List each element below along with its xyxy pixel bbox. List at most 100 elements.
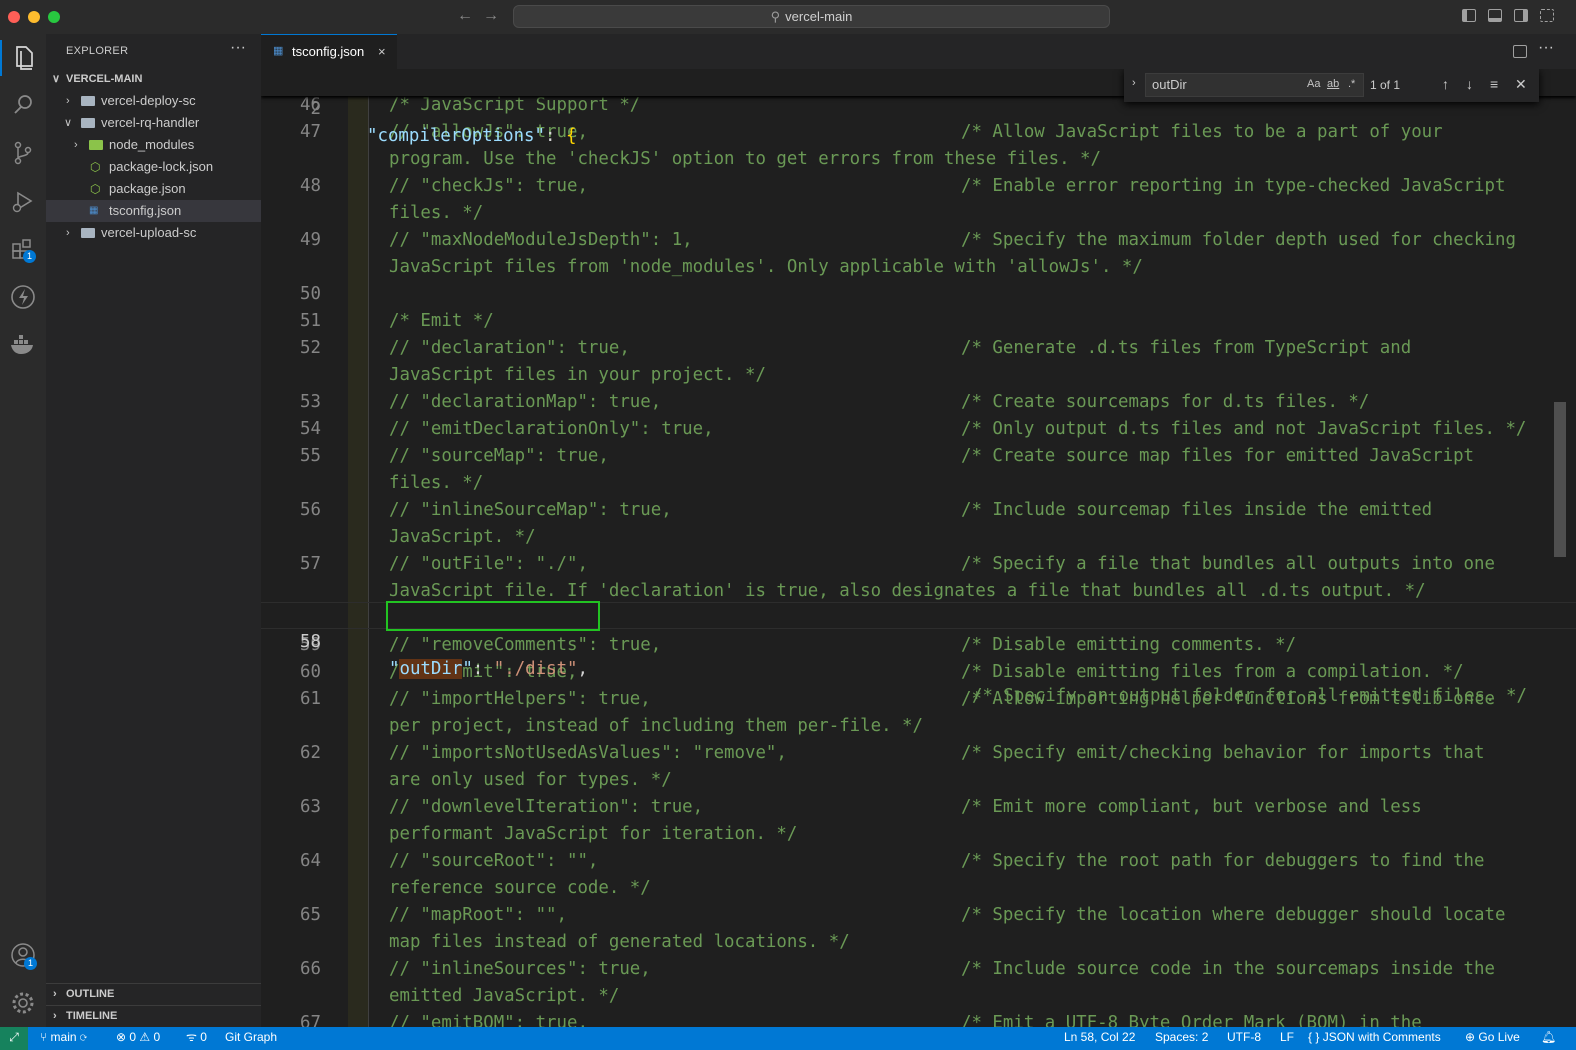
code-line-59[interactable]: 59// "removeComments": true,/* Disable e… [261,632,1576,659]
tree-item-node-modules[interactable]: › node_modules [46,134,261,156]
code-line-wrap[interactable]: are only used for types. */ [261,767,1576,794]
cursor-position[interactable]: Ln 58, Col 22 [1064,1027,1135,1048]
search-icon[interactable] [8,90,38,120]
tsconfig-file-icon: ▦ [273,45,284,57]
code-line-63[interactable]: 63 // "downlevelIteration": true, /* Emit … [261,794,1576,821]
language-mode[interactable]: { } JSON with Comments [1308,1027,1441,1048]
workspace-root[interactable]: ∨ VERCEL-MAIN [46,68,261,90]
git-graph-button[interactable]: Git Graph [225,1027,277,1048]
code-line-52[interactable]: 52 // "declaration": true, /* Generate .d.… [261,335,1576,362]
maximize-window-button[interactable] [48,11,60,23]
explorer-icon[interactable] [8,42,38,72]
code-line-50[interactable]: 50 [261,281,1576,308]
tree-item-vercel-rq-handler[interactable]: ∨ vercel-rq-handler [46,112,261,134]
line-number: 62 [300,743,321,763]
code-line-49[interactable]: 49 // "maxNodeModuleJsDepth": 1, /* Specif… [261,227,1576,254]
code-line-62[interactable]: 62 // "importsNotUsedAsValues": "remove",… [261,740,1576,767]
toggle-replace-chevron-icon[interactable]: › [1132,77,1136,89]
code-text: // "declaration": true, [389,338,630,358]
close-tab-icon[interactable]: × [378,35,386,68]
chevron-right-icon: › [74,139,78,151]
remote-indicator-icon[interactable]: ⤢ [0,1027,28,1050]
more-actions-icon[interactable]: ··· [230,39,246,57]
code-line-wrap[interactable]: JavaScript files in your project. */ [261,362,1576,389]
tsconfig-file-icon: ▦ [89,205,99,216]
command-center[interactable]: ⚲ vercel-main [513,5,1110,28]
code-line-53[interactable]: 53 // "declarationMap": true, /* Create so… [261,389,1576,416]
gear-icon[interactable] [8,988,38,1018]
code-line-wrap[interactable]: reference source code. */ [261,875,1576,902]
chevron-down-icon: ∨ [64,117,73,129]
code-line-wrap[interactable]: files. */ [261,470,1576,497]
code-comment: /* Specify the location where debugger s… [961,905,1506,925]
code-line-54[interactable]: 54 // "emitDeclarationOnly": true, /* Only… [261,416,1576,443]
tree-item-package-lock-json[interactable]: ⬡ package-lock.json [46,156,261,178]
code-text: // "removeComments": true, [389,635,662,655]
run-debug-icon[interactable] [8,186,38,216]
code-line-wrap[interactable]: performant JavaScript for iteration. */ [261,821,1576,848]
docker-icon[interactable] [8,330,38,360]
code-line-55[interactable]: 55 // "sourceMap": true, /* Create source … [261,443,1576,470]
encoding-status[interactable]: UTF-8 [1227,1027,1261,1048]
problems-status[interactable]: ⊗ 0 ⚠ 0 [116,1027,160,1048]
code-editor[interactable]: 2 "compilerOptions": { 46/* JavaScript S… [261,69,1576,1027]
code-line-57[interactable]: 57 // "outFile": "./", /* Specify a file t… [261,551,1576,578]
code-line-wrap[interactable]: JavaScript files from 'node_modules'. On… [261,254,1576,281]
forward-arrow-icon[interactable]: → [483,7,499,25]
close-window-button[interactable] [8,11,20,23]
outline-panel-header[interactable]: › OUTLINE [46,983,261,1005]
find-in-selection-icon[interactable]: ≡ [1490,76,1498,92]
code-line-51[interactable]: 51 /* Emit */ [261,308,1576,335]
code-text: program. Use the 'checkJS' option to get… [389,149,1101,169]
code-line-64[interactable]: 64 // "sourceRoot": "", /* Specify the roo… [261,848,1576,875]
code-comment: /* Create source map files for emitted J… [961,446,1475,466]
close-find-icon[interactable]: ✕ [1515,76,1527,93]
ports-status[interactable]: ᯤ 0 [186,1027,207,1048]
match-case-button[interactable]: Aa [1307,78,1320,90]
back-arrow-icon[interactable]: ← [457,7,473,25]
code-line-wrap[interactable]: program. Use the 'checkJS' option to get… [261,146,1576,173]
eol-status[interactable]: LF [1280,1027,1294,1048]
vertical-scrollbar[interactable] [1554,402,1566,557]
timeline-panel-header[interactable]: › TIMELINE [46,1005,261,1027]
tab-tsconfig-json[interactable]: ▦ tsconfig.json × [261,34,397,69]
tree-item-vercel-deploy-sc[interactable]: › vercel-deploy-sc [46,90,261,112]
radio-tower-icon: ⊕ [1465,1030,1479,1044]
tree-item-tsconfig-json[interactable]: ▦ tsconfig.json [46,200,261,222]
sticky-key: "compilerOptions" [367,126,545,146]
toggle-primary-sidebar-icon[interactable] [1462,9,1476,22]
source-control-icon[interactable] [8,138,38,168]
code-line-wrap[interactable]: emitted JavaScript. */ [261,983,1576,1010]
notifications-bell-icon[interactable]: 🔔︎ [1541,1027,1556,1048]
toggle-secondary-sidebar-icon[interactable] [1514,9,1528,22]
accounts-badge: 1 [24,957,37,970]
line-number: 64 [300,851,321,871]
previous-match-icon[interactable]: ↑ [1442,76,1449,92]
toggle-panel-icon[interactable] [1488,9,1502,22]
customize-layout-icon[interactable] [1540,9,1554,22]
code-line-wrap[interactable]: per project, instead of including them p… [261,713,1576,740]
activity-bar: 1 1 [0,34,46,1027]
tree-item-vercel-upload-sc[interactable]: › vercel-upload-sc [46,222,261,244]
broadcast-icon: ᯤ [186,1030,201,1044]
code-line-48[interactable]: 48 // "checkJs": true, /* Enable error rep… [261,173,1576,200]
editor-more-actions-icon[interactable]: ··· [1538,39,1554,57]
code-line-wrap[interactable]: map files instead of generated locations… [261,929,1576,956]
minimize-window-button[interactable] [28,11,40,23]
split-editor-icon[interactable] [1513,45,1527,58]
tree-item-package-json[interactable]: ⬡ package.json [46,178,261,200]
code-line-67[interactable]: 67 // "emitBOM": true, /* Emit a UTF-8 Byt… [261,1010,1576,1027]
code-line-65[interactable]: 65 // "mapRoot": "", /* Specify the locati… [261,902,1576,929]
use-regex-button[interactable]: .* [1348,78,1355,90]
indentation-status[interactable]: Spaces: 2 [1155,1027,1208,1048]
code-line-wrap[interactable]: JavaScript. */ [261,524,1576,551]
thunder-client-icon[interactable] [8,282,38,312]
match-whole-word-button[interactable]: ab [1327,78,1339,90]
title-bar: ← → ⚲ vercel-main [0,0,1576,35]
branch-status[interactable]: ⑂ main ⟳ [40,1027,87,1048]
code-line-56[interactable]: 56 // "inlineSourceMap": true, /* Include … [261,497,1576,524]
code-line-66[interactable]: 66 // "inlineSources": true, /* Include so… [261,956,1576,983]
next-match-icon[interactable]: ↓ [1466,76,1473,92]
code-line-wrap[interactable]: files. */ [261,200,1576,227]
go-live-button[interactable]: ⊕ Go Live [1465,1027,1520,1048]
